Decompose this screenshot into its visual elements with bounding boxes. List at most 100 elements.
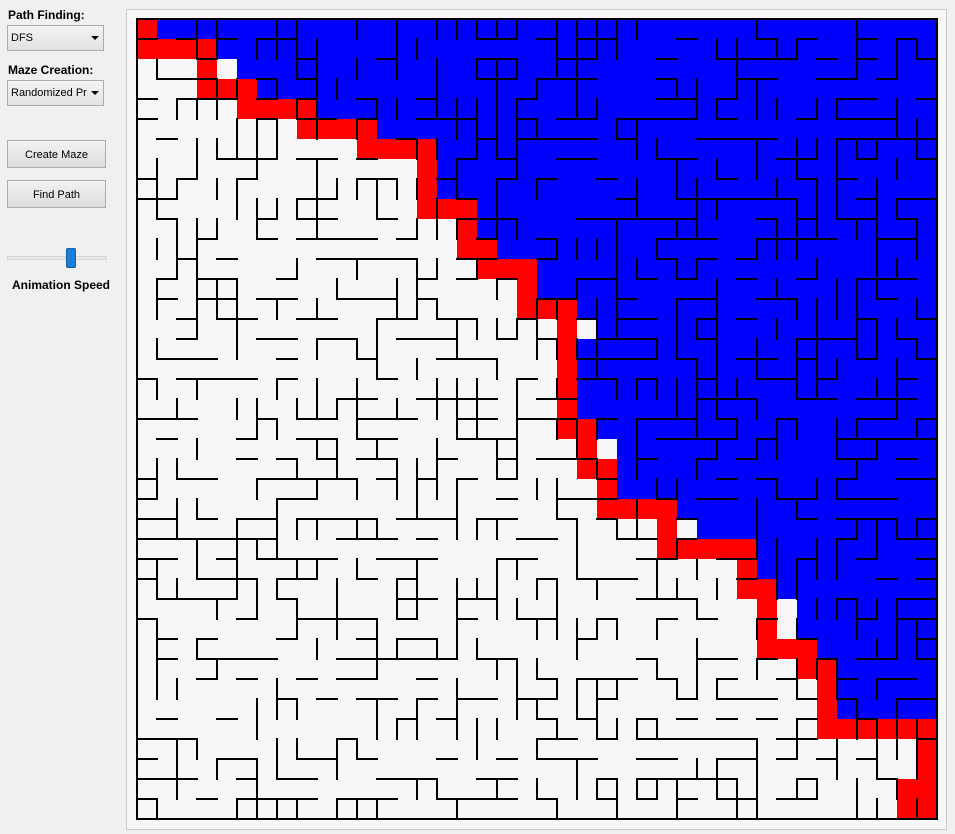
explored-cell (637, 479, 657, 499)
explored-cell (697, 439, 717, 459)
explored-cell (777, 139, 797, 159)
path-cell (797, 639, 817, 659)
explored-cell (717, 159, 737, 179)
explored-cell (837, 559, 857, 579)
explored-cell (637, 199, 657, 219)
explored-cell (837, 139, 857, 159)
explored-cell (777, 19, 797, 39)
explored-cell (737, 339, 757, 359)
explored-cell (377, 79, 397, 99)
chevron-down-icon[interactable] (87, 81, 103, 105)
explored-cell (577, 99, 597, 119)
explored-cell (737, 459, 757, 479)
explored-cell (817, 299, 837, 319)
explored-cell (337, 59, 357, 79)
explored-cell (897, 539, 917, 559)
explored-cell (677, 419, 697, 439)
explored-cell (597, 259, 617, 279)
explored-cell (477, 99, 497, 119)
explored-cell (477, 219, 497, 239)
explored-cell (557, 99, 577, 119)
explored-cell (697, 19, 717, 39)
explored-cell (757, 199, 777, 219)
explored-cell (797, 199, 817, 219)
explored-cell (817, 399, 837, 419)
explored-cell (897, 279, 917, 299)
explored-cell (877, 279, 897, 299)
explored-cell (457, 139, 477, 159)
explored-cell (397, 79, 417, 99)
explored-cell (517, 139, 537, 159)
explored-cell (917, 359, 937, 379)
explored-cell (757, 159, 777, 179)
explored-cell (677, 339, 697, 359)
explored-cell (597, 319, 617, 339)
explored-cell (837, 39, 857, 59)
explored-cell (817, 499, 837, 519)
path-cell (137, 39, 157, 59)
explored-cell (857, 599, 877, 619)
explored-cell (557, 179, 577, 199)
explored-cell (837, 639, 857, 659)
explored-cell (917, 499, 937, 519)
explored-cell (877, 439, 897, 459)
explored-cell (777, 179, 797, 199)
slider-thumb[interactable] (66, 248, 76, 268)
explored-cell (857, 19, 877, 39)
chevron-down-icon[interactable] (87, 26, 103, 50)
path-cell (897, 779, 917, 799)
explored-cell (817, 139, 837, 159)
explored-cell (537, 19, 557, 39)
explored-cell (617, 199, 637, 219)
explored-cell (677, 239, 697, 259)
explored-cell (697, 459, 717, 479)
find-path-button[interactable]: Find Path (7, 180, 106, 208)
explored-cell (777, 439, 797, 459)
explored-cell (897, 259, 917, 279)
explored-cell (517, 159, 537, 179)
explored-cell (737, 99, 757, 119)
explored-cell (897, 479, 917, 499)
explored-cell (357, 19, 377, 39)
explored-cell (557, 39, 577, 59)
create-maze-button[interactable]: Create Maze (7, 140, 106, 168)
maze-creation-dropdown[interactable]: Randomized Prim (7, 80, 104, 106)
explored-cell (597, 239, 617, 259)
animation-speed-slider[interactable] (7, 246, 107, 270)
explored-cell (857, 539, 877, 559)
explored-cell (917, 479, 937, 499)
explored-cell (697, 379, 717, 399)
explored-cell (637, 379, 657, 399)
path-cell (457, 219, 477, 239)
explored-cell (337, 19, 357, 39)
explored-cell (417, 79, 437, 99)
explored-cell (837, 459, 857, 479)
explored-cell (917, 519, 937, 539)
explored-cell (737, 439, 757, 459)
explored-cell (837, 299, 857, 319)
explored-cell (917, 579, 937, 599)
explored-cell (797, 179, 817, 199)
explored-cell (637, 59, 657, 79)
explored-cell (757, 59, 777, 79)
explored-cell (697, 139, 717, 159)
explored-cell (257, 39, 277, 59)
explored-cell (917, 559, 937, 579)
explored-cell (397, 119, 417, 139)
explored-cell (797, 99, 817, 119)
explored-cell (397, 99, 417, 119)
explored-cell (597, 379, 617, 399)
slider-track[interactable] (7, 256, 107, 260)
explored-cell (837, 579, 857, 599)
explored-cell (917, 39, 937, 59)
explored-cell (557, 119, 577, 139)
explored-cell (377, 39, 397, 59)
explored-cell (857, 359, 877, 379)
explored-cell (437, 119, 457, 139)
explored-cell (717, 99, 737, 119)
explored-cell (897, 619, 917, 639)
path-finding-dropdown[interactable]: DFS (7, 25, 104, 51)
explored-cell (577, 399, 597, 419)
explored-cell (837, 399, 857, 419)
explored-cell (877, 619, 897, 639)
